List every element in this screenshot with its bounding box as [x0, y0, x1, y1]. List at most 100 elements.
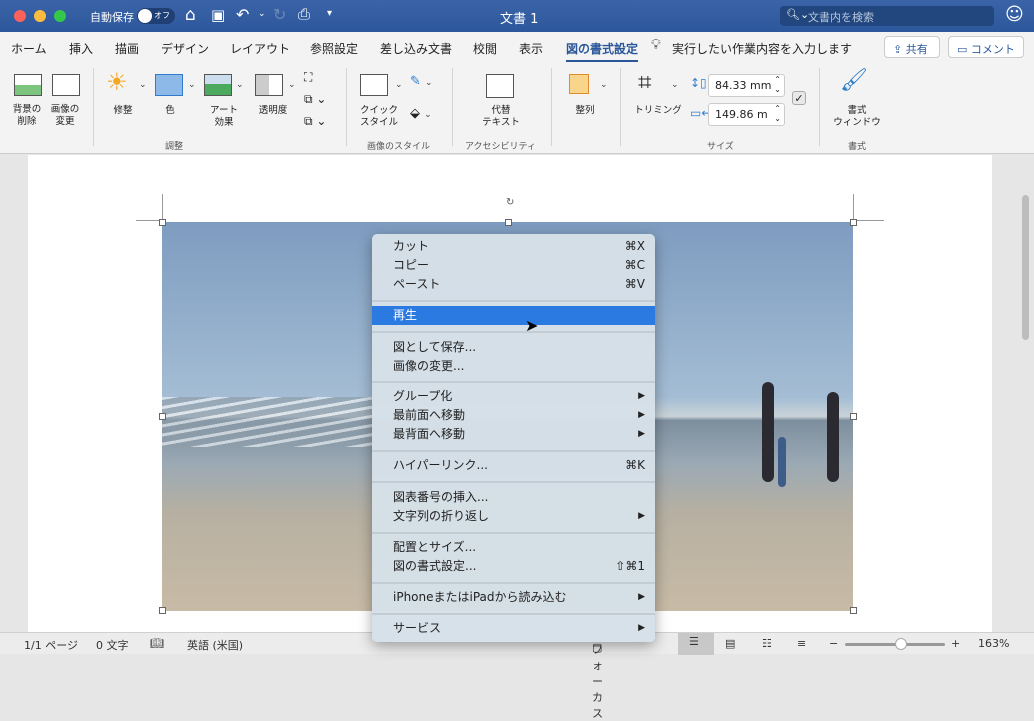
resize-handle[interactable] [850, 607, 857, 614]
height-stepper[interactable]: ⌃ ⌄ [774, 75, 781, 95]
menu-item[interactable]: 図として保存... [372, 338, 655, 357]
menu-shortcut: ⇧⌘1 [615, 559, 645, 573]
print-layout-view-button[interactable]: ☰ [678, 633, 714, 655]
context-menu: カット ⌘X コピー ⌘C ペースト ⌘V 再生図として保存... 画像の変更... グループ化… [372, 234, 655, 642]
zoom-in-button[interactable]: + [951, 637, 960, 650]
remove-background-icon [14, 74, 42, 96]
save-icon[interactable]: ▣ [211, 6, 225, 24]
language[interactable]: 英語 (米国) [187, 637, 243, 653]
search-input[interactable]: 🔍︎⌄ 文書内を検索 [780, 6, 994, 26]
menu-separator [372, 582, 655, 584]
title-bar: 自動保存 オフ ⌂ ▣ ↶ ⌄ ↻ ⎙ ▾ 文書 1 🔍︎⌄ 文書内を検索 ☺ [0, 0, 1034, 32]
tab-mailings[interactable]: 差し込み文書 [380, 40, 452, 57]
menu-item-label: 図として保存... [393, 340, 477, 354]
outline-view-icon[interactable]: ☷ [762, 637, 772, 650]
resize-handle[interactable] [850, 413, 857, 420]
menu-item[interactable]: iPhoneまたはiPadから読み込む ▶ [372, 588, 655, 607]
menu-item-label: グループ化 [393, 389, 453, 403]
rotate-handle[interactable]: ↻ [506, 197, 514, 208]
menu-item-label: 配置とサイズ... [393, 540, 477, 554]
picture-effects-icon[interactable]: ⬙ ⌄ [410, 106, 432, 121]
lock-aspect-ratio-checkbox[interactable]: ✓ [792, 91, 806, 105]
group-label-accessibility: アクセシビリティ [465, 142, 537, 152]
proofing-icon[interactable]: 📖︎ [150, 637, 164, 650]
menu-item[interactable]: グループ化 ▶ [372, 387, 655, 406]
print-icon[interactable]: ⎙ [298, 5, 310, 23]
menu-shortcut: ⌘K [625, 458, 645, 472]
compress-pictures-icon[interactable]: ⛶ [304, 70, 312, 85]
menu-item[interactable]: 画像の変更... [372, 357, 655, 376]
tab-design[interactable]: デザイン [161, 40, 209, 57]
reset-picture-icon[interactable]: ⧉ ⌄ [304, 114, 326, 129]
menu-separator [372, 532, 655, 534]
tab-home[interactable]: ホーム [11, 40, 47, 57]
vertical-scrollbar[interactable] [1022, 195, 1029, 340]
menu-item[interactable]: 図表番号の挿入... [372, 488, 655, 507]
menu-separator [372, 300, 655, 302]
width-stepper[interactable]: ⌃ ⌄ [774, 104, 781, 124]
zoom-level[interactable]: 163% [978, 637, 1009, 650]
zoom-slider[interactable] [845, 638, 945, 650]
web-layout-icon[interactable]: ▤ [725, 637, 735, 650]
home-icon[interactable]: ⌂ [185, 5, 196, 25]
draft-view-icon[interactable]: ≡ [797, 637, 806, 650]
word-count[interactable]: 0 文字 [96, 637, 129, 653]
redo-icon[interactable]: ↻ [273, 5, 286, 24]
picture-border-icon[interactable]: ✎ ⌄ [410, 74, 433, 89]
autosave-toggle[interactable]: オフ [137, 8, 175, 24]
menu-item[interactable]: 文字列の折り返し ▶ [372, 507, 655, 526]
resize-handle[interactable] [159, 607, 166, 614]
menu-shortcut: ⌘X [624, 239, 645, 253]
menu-item-label: サービス [393, 621, 442, 635]
resize-handle[interactable] [505, 219, 512, 226]
menu-item[interactable]: 最前面へ移動 ▶ [372, 406, 655, 425]
resize-handle[interactable] [159, 413, 166, 420]
artistic-effects-icon [204, 74, 232, 96]
menu-item[interactable]: 図の書式設定... ⇧⌘1 [372, 557, 655, 576]
menu-item[interactable]: 最背面へ移動 ▶ [372, 425, 655, 444]
minimize-button[interactable] [34, 10, 46, 22]
menu-item[interactable]: 再生 [372, 306, 655, 325]
menu-item[interactable]: 配置とサイズ... [372, 538, 655, 557]
page-count[interactable]: 1/1 ページ [24, 637, 78, 653]
tab-view[interactable]: 表示 [519, 40, 543, 57]
comment-button[interactable]: ▭ コメント [948, 36, 1024, 58]
tab-draw[interactable]: 描画 [115, 40, 139, 57]
print-layout-icon: ☰ [689, 635, 699, 648]
menu-item-label: 最背面へ移動 [393, 427, 466, 441]
menu-item[interactable]: サービス ▶ [372, 619, 655, 638]
menu-item[interactable]: ペースト ⌘V [372, 275, 655, 294]
change-picture-small-icon[interactable]: ⧉ ⌄ [304, 92, 326, 107]
tell-me-input[interactable]: 実行したい作業内容を入力します [672, 40, 852, 57]
mouse-cursor-icon: ➤ [525, 316, 539, 335]
group-label-format: 書式 [848, 142, 867, 152]
undo-dropdown-icon[interactable]: ⌄ [258, 9, 266, 19]
tab-layout[interactable]: レイアウト [230, 40, 290, 57]
menu-item[interactable]: ハイパーリンク... ⌘K [372, 456, 655, 475]
ribbon: 背景の 削除 画像の 変更 ☀ ⌄ 修整 ⌄ 色 ⌄ アート 効果 ⌄ 透明度 ⛶… [0, 62, 1034, 154]
tab-review[interactable]: 校閲 [473, 40, 497, 57]
width-input[interactable]: 149.86 m ⌃ ⌄ [708, 103, 785, 126]
document-title: 文書 1 [500, 12, 539, 27]
tab-insert[interactable]: 挿入 [69, 40, 93, 57]
customize-toolbar-icon[interactable]: ▾ [327, 8, 332, 19]
zoom-button[interactable] [54, 10, 66, 22]
tab-picture-format[interactable]: 図の書式設定 [566, 40, 639, 63]
share-button[interactable]: ⇪ 共有 [884, 36, 940, 58]
resize-handle[interactable] [850, 219, 857, 226]
undo-icon[interactable]: ↶ [236, 5, 249, 24]
tab-references[interactable]: 参照設定 [310, 40, 358, 57]
close-button[interactable] [14, 10, 26, 22]
height-input[interactable]: 84.33 mm ⌃ ⌄ [708, 74, 785, 97]
format-paintbrush-icon: 🖌︎ [840, 68, 868, 93]
zoom-slider-thumb[interactable] [895, 638, 907, 650]
menu-item[interactable]: カット ⌘X [372, 237, 655, 256]
smiley-feedback-icon[interactable]: ☺ [1005, 4, 1024, 25]
comment-icon: ▭ [957, 43, 971, 56]
menu-separator [372, 450, 655, 452]
zoom-out-button[interactable]: − [829, 637, 838, 650]
crop-icon: ⌗ [638, 68, 652, 96]
menu-item[interactable]: コピー ⌘C [372, 256, 655, 275]
ribbon-tabs: ホーム 挿入 描画 デザイン レイアウト 参照設定 差し込み文書 校閲 表示 図… [0, 32, 1034, 63]
resize-handle[interactable] [159, 219, 166, 226]
